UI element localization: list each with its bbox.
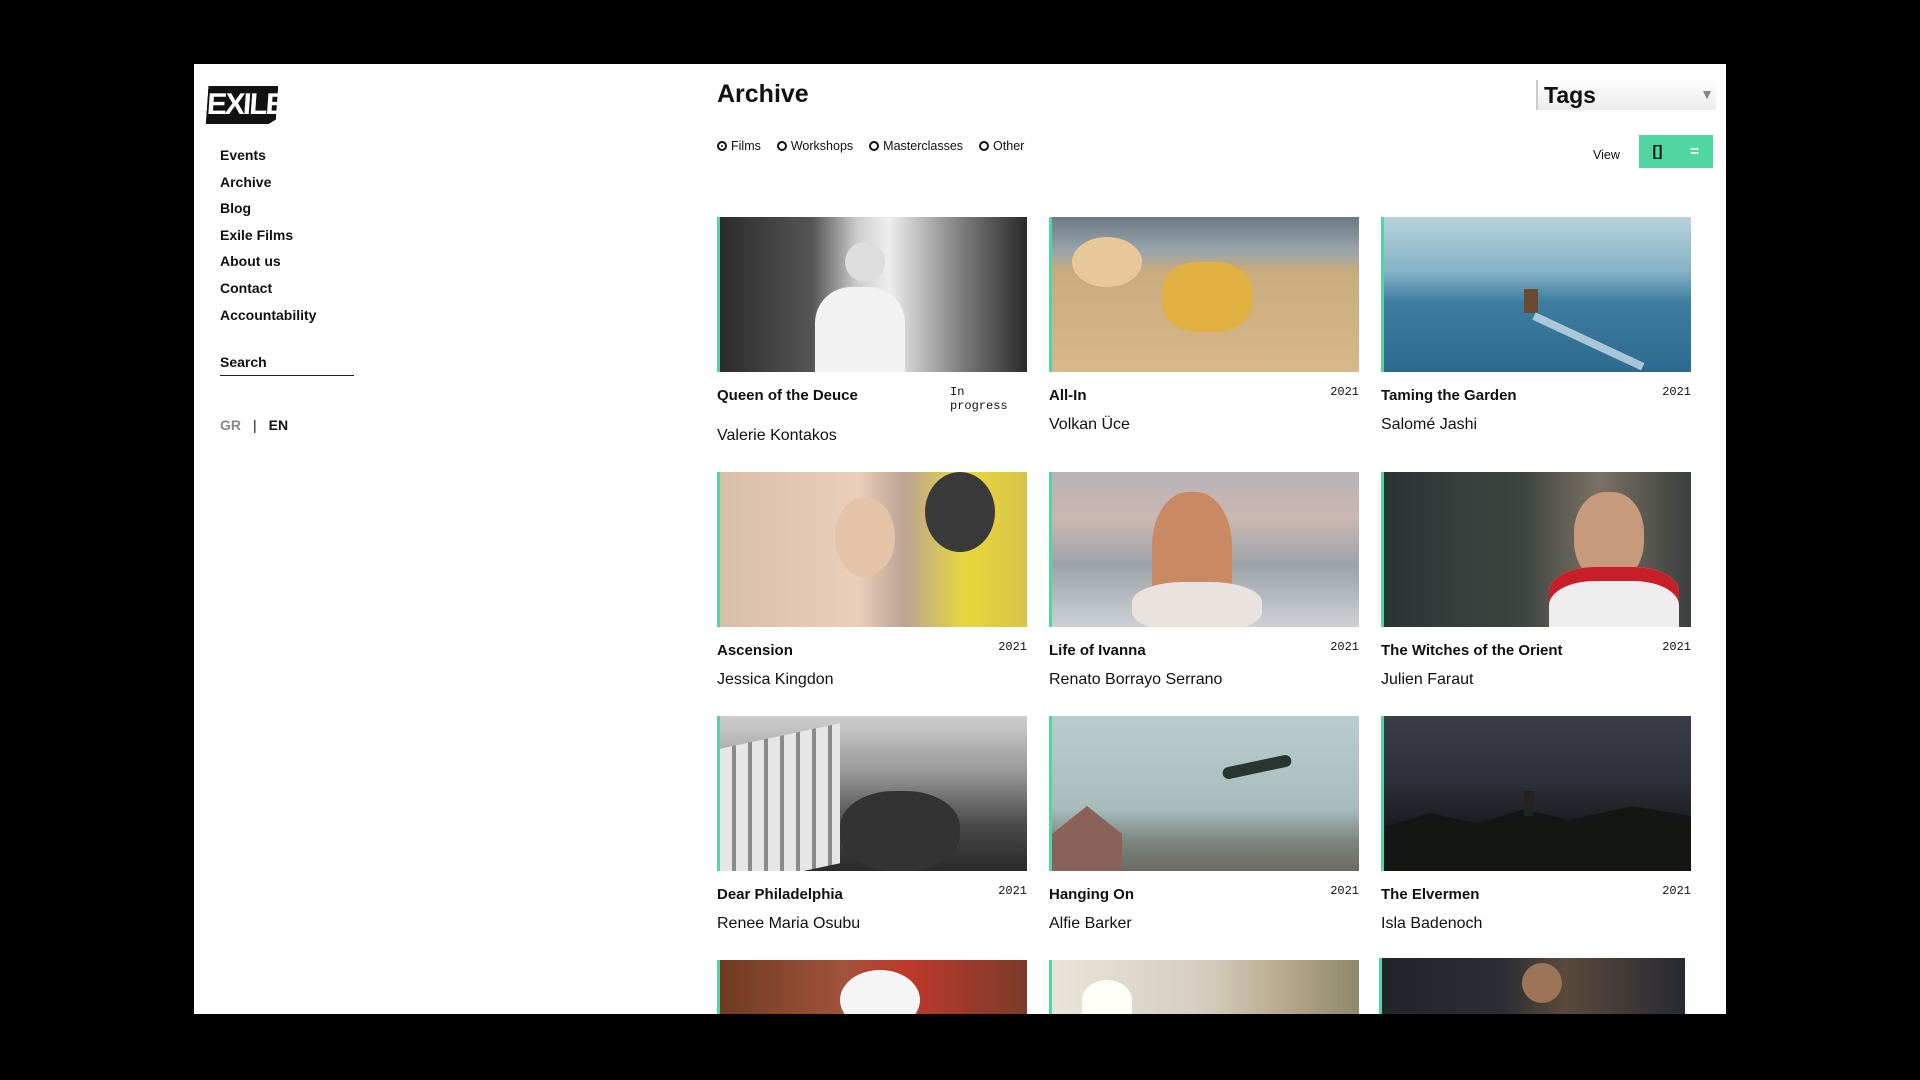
film-thumbnail[interactable]: [1049, 217, 1359, 372]
nav-item-exile-films[interactable]: Exile Films: [220, 222, 316, 249]
film-director: Valerie Kontakos: [717, 427, 837, 444]
film-year: 2021: [998, 884, 1027, 898]
film-director: Renee Maria Osubu: [717, 915, 861, 932]
tags-label: Tags: [1544, 82, 1596, 108]
film-title[interactable]: Ascension: [717, 642, 793, 659]
film-card[interactable]: [1049, 960, 1359, 1014]
filter-label: Masterclasses: [883, 139, 964, 153]
radio-selected-icon: [717, 141, 727, 151]
film-card[interactable]: [1379, 958, 1689, 1014]
filter-workshops[interactable]: Workshops: [776, 139, 854, 153]
film-director: Volkan Üce: [1049, 416, 1130, 433]
chevron-down-icon: ▼: [1700, 86, 1714, 102]
film-thumbnail[interactable]: [1049, 472, 1359, 627]
view-toggle: [] =: [1639, 135, 1713, 168]
exile-logo[interactable]: EXILE: [206, 86, 279, 124]
film-card[interactable]: All-In 2021 Volkan Üce: [1049, 217, 1359, 433]
film-year: 2021: [1330, 640, 1359, 654]
film-title[interactable]: Hanging On: [1049, 886, 1134, 903]
film-card[interactable]: The Elvermen 2021 Isla Badenoch: [1381, 716, 1691, 932]
film-title[interactable]: All-In: [1049, 387, 1087, 404]
list-view-icon[interactable]: =: [1676, 135, 1713, 168]
film-card[interactable]: Life of Ivanna 2021 Renato Borrayo Serra…: [1049, 472, 1359, 688]
film-title[interactable]: Queen of the Deuce: [717, 387, 858, 404]
film-thumbnail[interactable]: [717, 960, 1027, 1014]
film-director: Julien Faraut: [1381, 671, 1474, 688]
film-thumbnail[interactable]: [717, 217, 1027, 372]
filter-label: Films: [731, 139, 761, 153]
search-field[interactable]: Search: [220, 354, 354, 376]
film-thumbnail[interactable]: [1049, 960, 1359, 1014]
category-filters: Films Workshops Masterclasses Other: [717, 139, 1024, 153]
filter-other[interactable]: Other: [979, 139, 1024, 153]
filter-label: Workshops: [790, 139, 854, 153]
film-thumbnail[interactable]: [1381, 716, 1691, 871]
film-title[interactable]: Dear Philadelphia: [717, 886, 843, 903]
film-year: 2021: [1662, 385, 1691, 399]
lang-separator: |: [253, 417, 257, 433]
radio-icon: [869, 141, 880, 151]
filter-films[interactable]: Films: [717, 139, 761, 153]
film-director: Salomé Jashi: [1381, 416, 1478, 433]
film-thumbnail[interactable]: [717, 472, 1027, 627]
nav-item-archive[interactable]: Archive: [220, 169, 316, 196]
film-year: 2021: [1330, 385, 1359, 399]
film-thumbnail[interactable]: [1379, 958, 1685, 1014]
page: EXILE Events Archive Blog Exile Films Ab…: [194, 64, 1726, 1014]
film-year: 2021: [998, 640, 1027, 654]
film-card[interactable]: Taming the Garden 2021 Salomé Jashi: [1381, 217, 1691, 433]
lang-gr-link[interactable]: GR: [220, 417, 241, 433]
film-year: 2021: [1662, 640, 1691, 654]
nav-item-about-us[interactable]: About us: [220, 248, 316, 275]
film-title[interactable]: Taming the Garden: [1381, 387, 1517, 404]
language-switcher: GR | EN: [220, 417, 288, 433]
film-director: Jessica Kingdon: [717, 671, 834, 688]
lang-en-link[interactable]: EN: [269, 417, 288, 433]
film-title[interactable]: The Elvermen: [1381, 886, 1479, 903]
tags-dropdown[interactable]: Tags ▼: [1536, 80, 1716, 110]
film-thumbnail[interactable]: [1381, 472, 1691, 627]
page-title: Archive: [717, 80, 809, 108]
film-card[interactable]: Dear Philadelphia 2021 Renee Maria Osubu: [717, 716, 1027, 932]
film-card[interactable]: Queen of the Deuce In progress Valerie K…: [717, 217, 1027, 444]
film-director: Isla Badenoch: [1381, 915, 1483, 932]
nav-item-events[interactable]: Events: [220, 142, 316, 169]
grid-view-icon[interactable]: []: [1639, 135, 1676, 168]
film-title[interactable]: The Witches of the Orient: [1381, 642, 1563, 659]
nav-item-contact[interactable]: Contact: [220, 275, 316, 302]
filter-label: Other: [993, 139, 1025, 153]
film-director: Alfie Barker: [1049, 915, 1132, 932]
film-thumbnail[interactable]: [1381, 217, 1691, 372]
film-card[interactable]: The Witches of the Orient 2021 Julien Fa…: [1381, 472, 1691, 688]
radio-icon: [776, 141, 787, 151]
film-card[interactable]: Ascension 2021 Jessica Kingdon: [717, 472, 1027, 688]
nav-item-blog[interactable]: Blog: [220, 195, 316, 222]
film-thumbnail[interactable]: [717, 716, 1027, 871]
filter-masterclasses[interactable]: Masterclasses: [869, 139, 963, 153]
film-card[interactable]: Hanging On 2021 Alfie Barker: [1049, 716, 1359, 932]
film-year: 2021: [1662, 884, 1691, 898]
film-year: 2021: [1330, 884, 1359, 898]
nav-item-accountability[interactable]: Accountability: [220, 302, 316, 329]
sidebar-nav: Events Archive Blog Exile Films About us…: [220, 142, 316, 328]
film-title[interactable]: Life of Ivanna: [1049, 642, 1146, 659]
view-label: View: [1593, 148, 1620, 162]
film-thumbnail[interactable]: [1049, 716, 1359, 871]
film-card[interactable]: [717, 960, 1027, 1014]
film-director: Renato Borrayo Serrano: [1049, 671, 1223, 688]
radio-icon: [979, 141, 990, 151]
film-year: In progress: [950, 385, 1008, 413]
